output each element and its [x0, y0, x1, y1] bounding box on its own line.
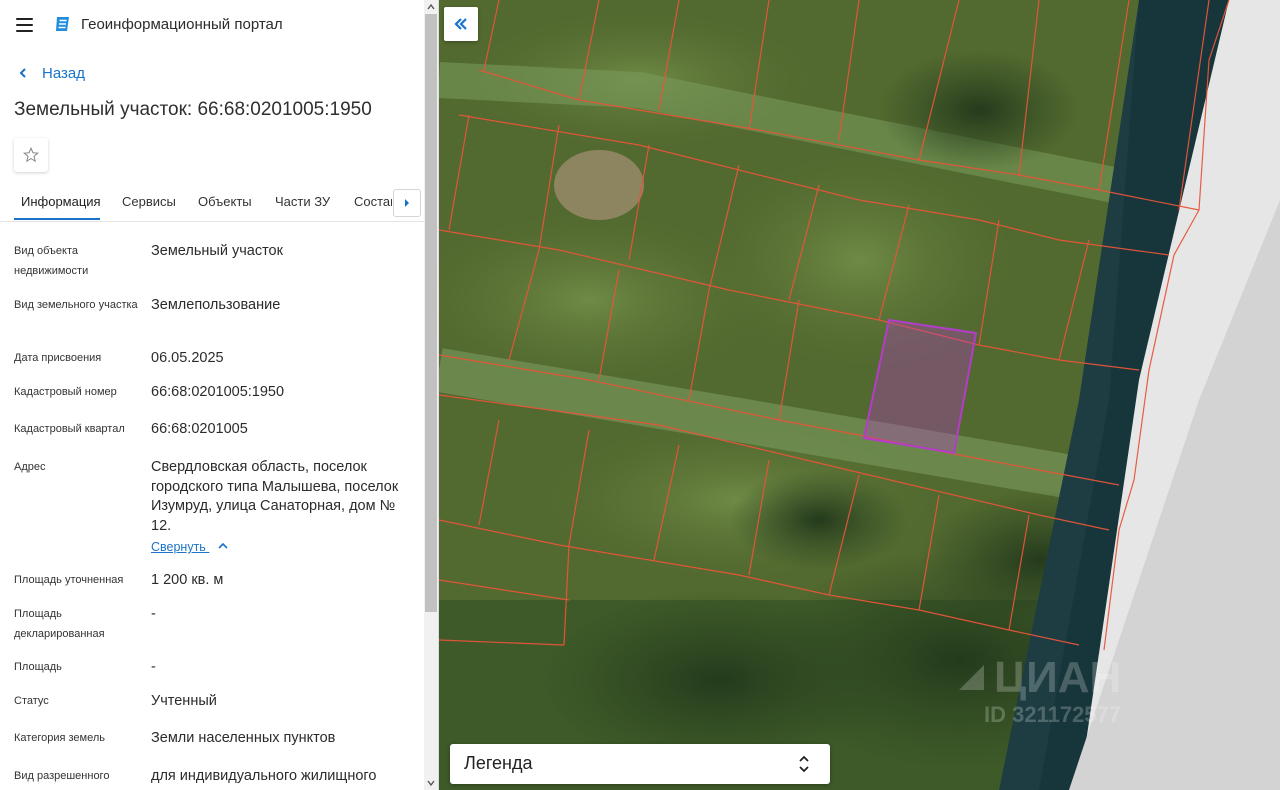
info-label: Адрес	[14, 461, 46, 473]
tab-info[interactable]: Информация	[21, 194, 101, 209]
watermark: ЦИАН	[994, 653, 1121, 702]
scrollbar-thumb[interactable]	[425, 14, 437, 612]
info-value: Учтенный	[151, 693, 217, 709]
satellite-imagery: ЦИАН ID 321172577	[439, 0, 1280, 790]
collapse-panel-button[interactable]	[444, 7, 478, 41]
caret-right-icon	[405, 199, 409, 207]
menu-icon[interactable]	[14, 14, 36, 36]
scroll-down-icon[interactable]	[426, 778, 436, 788]
info-value: -	[151, 606, 156, 622]
info-label: Категория земель	[14, 732, 105, 744]
map-view[interactable]: ЦИАН ID 321172577	[439, 0, 1280, 790]
star-icon	[22, 146, 40, 163]
top-bar: Геоинформационный портал	[0, 0, 424, 50]
back-link[interactable]: Назад	[18, 64, 85, 82]
sort-icon	[799, 755, 809, 773]
address-value: Свердловская область, поселок городского…	[151, 459, 399, 534]
info-label: Вид объекта недвижимости	[14, 245, 89, 277]
info-value: 66:68:0201005	[151, 421, 248, 437]
legend-label: Легенда	[464, 753, 533, 773]
info-value: Земельный участок	[151, 243, 283, 259]
info-label: Площадь декларированная	[14, 608, 105, 640]
tab-services[interactable]: Сервисы	[122, 194, 176, 209]
info-label: Площадь уточненная	[14, 574, 124, 586]
scroll-up-icon[interactable]	[426, 2, 436, 12]
info-label: Кадастровый квартал	[14, 423, 125, 435]
collapse-link[interactable]: Свернуть	[151, 540, 229, 554]
chevron-left-icon	[19, 68, 26, 78]
info-label: Площадь	[14, 661, 62, 673]
chevron-up-icon	[218, 542, 228, 549]
back-label: Назад	[42, 64, 85, 82]
info-label: Вид разрешенного	[14, 770, 110, 782]
tab-parts[interactable]: Части ЗУ	[275, 194, 330, 209]
info-label: Кадастровый номер	[14, 386, 117, 398]
info-value: 66:68:0201005:1950	[151, 384, 285, 400]
active-tab-indicator	[14, 218, 100, 220]
info-label: Вид земельного участка	[14, 299, 138, 311]
info-label: Дата присвоения	[14, 352, 102, 364]
info-value: Земли населенных пунктов	[151, 730, 336, 746]
tab-bar: Информация Сервисы Объекты Части ЗУ Сост…	[0, 183, 424, 222]
info-panel: Геоинформационный портал Назад Земельный…	[0, 0, 439, 790]
double-chevron-left-icon	[454, 18, 467, 30]
collapse-label: Свернуть	[151, 540, 206, 554]
tab-objects[interactable]: Объекты	[198, 194, 252, 209]
info-label: Статус	[14, 695, 49, 707]
favorite-button[interactable]	[14, 138, 48, 172]
portal-logo-icon	[56, 17, 69, 31]
info-value: -	[151, 659, 156, 675]
legend-select[interactable]: Легенда	[450, 744, 830, 784]
info-value: Землепользование	[151, 297, 281, 313]
tab-composition[interactable]: Состав	[354, 194, 392, 209]
info-value: для индивидуального жилищного	[151, 768, 377, 784]
info-value: 06.05.2025	[151, 350, 224, 366]
info-value: 1 200 кв. м	[151, 572, 224, 588]
page-title: Земельный участок: 66:68:0201005:1950	[14, 99, 372, 120]
app-title: Геоинформационный портал	[81, 16, 283, 33]
tabs-scroll-right-button[interactable]	[393, 189, 421, 217]
panel-scrollbar[interactable]	[424, 0, 438, 790]
watermark-id: ID 321172577	[984, 702, 1121, 727]
